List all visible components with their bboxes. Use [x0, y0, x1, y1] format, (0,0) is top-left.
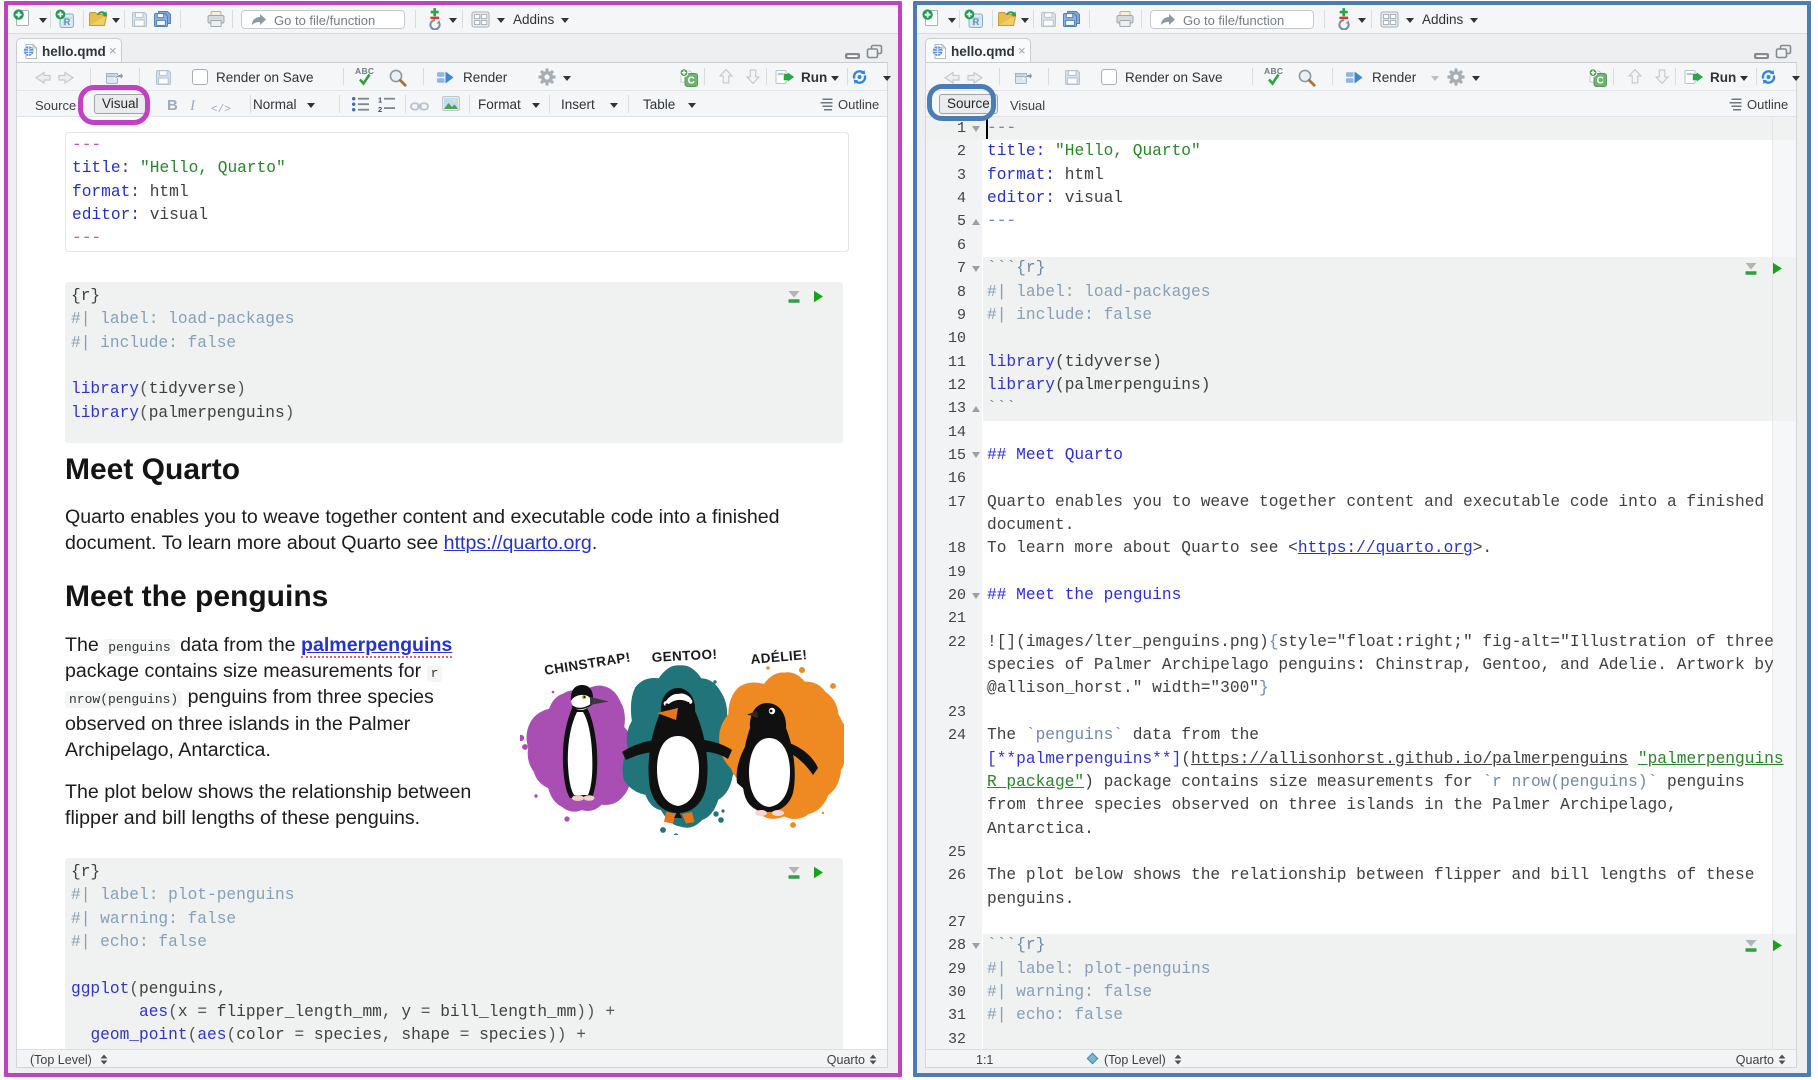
svg-text:R: R — [973, 17, 980, 27]
svg-text:C: C — [688, 75, 695, 86]
svg-text:2: 2 — [378, 105, 382, 113]
svg-text:ADÉLIE!: ADÉLIE! — [750, 647, 808, 667]
svg-text:R: R — [64, 17, 71, 27]
svg-text:1: 1 — [378, 96, 382, 105]
svg-text:C: C — [1597, 75, 1604, 86]
svg-text:GENTOO!: GENTOO! — [651, 647, 717, 665]
svg-text:CHINSTRAP!: CHINSTRAP! — [543, 649, 632, 677]
svg-text:ABC: ABC — [1264, 66, 1283, 76]
svg-text:ABC: ABC — [355, 66, 374, 76]
